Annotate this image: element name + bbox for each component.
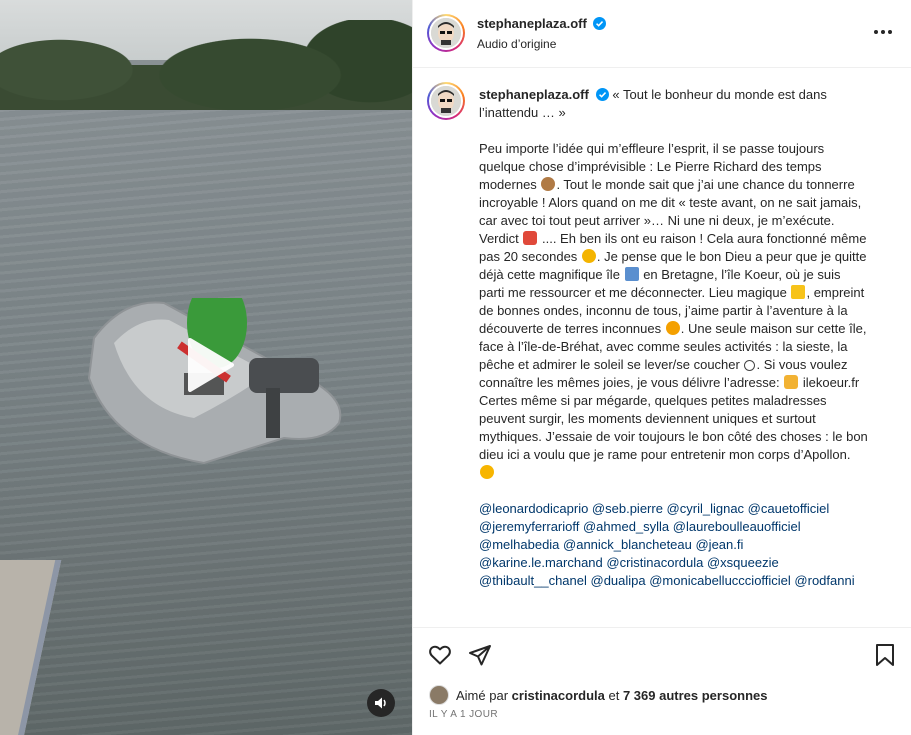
play-icon <box>188 338 234 392</box>
speaker-icon <box>375 697 386 709</box>
sparkles-icon <box>791 285 806 299</box>
post-panel: stephaneplaza.off Audio d’origine stepha… <box>412 0 911 735</box>
post-caption: stephaneplaza.off « Tout le bonheur du m… <box>479 86 869 590</box>
liked-by[interactable]: Aimé par cristinacordula et 7 369 autres… <box>429 684 767 706</box>
liked-by-count[interactable]: 7 369 autres personnes <box>623 688 768 703</box>
send-icon <box>469 645 491 666</box>
caption-avatar[interactable] <box>427 82 465 120</box>
pointing-hand-icon <box>784 375 799 389</box>
liked-by-user[interactable]: cristinacordula <box>512 688 605 703</box>
share-button[interactable] <box>467 642 493 668</box>
like-button[interactable] <box>427 642 453 668</box>
caption-scroll-area[interactable]: stephaneplaza.off « Tout le bonheur du m… <box>413 69 911 625</box>
sound-button[interactable] <box>367 689 395 717</box>
caption-username[interactable]: stephaneplaza.off <box>479 87 589 102</box>
more-options-button[interactable] <box>874 24 894 40</box>
audio-label[interactable]: Audio d’origine <box>477 37 556 51</box>
avatar-image <box>431 86 461 116</box>
smiling-face-hearts-icon <box>480 465 494 479</box>
see-no-evil-monkey-icon <box>541 177 556 191</box>
mentions-line[interactable]: @jeremyferrarioff @ahmed_sylla @laurebou… <box>479 519 801 534</box>
post-actions <box>413 627 911 681</box>
worried-face-icon <box>581 249 596 263</box>
bookmark-icon <box>876 644 894 666</box>
mentions-line[interactable]: @melhabedia @annick_blancheteau @jean.fi <box>479 537 743 552</box>
caption-text: Verdict <box>479 231 519 246</box>
star-struck-icon <box>665 321 680 335</box>
video-player[interactable] <box>0 0 412 735</box>
play-button[interactable] <box>176 334 238 396</box>
post-timestamp[interactable]: Il y a 1 jour <box>429 709 498 720</box>
external-link[interactable]: ilekoeur.fr <box>803 375 859 390</box>
avatar[interactable] <box>427 14 465 52</box>
post-author-username[interactable]: stephaneplaza.off <box>477 16 607 31</box>
avatar-image <box>431 18 461 48</box>
caption-text: Certes même si par mégarde, quelques pet… <box>479 393 868 462</box>
post-header: stephaneplaza.off Audio d’origine <box>413 0 911 68</box>
save-button[interactable] <box>872 642 898 668</box>
verified-badge-icon <box>593 17 607 30</box>
heart-icon <box>429 645 451 665</box>
mentions-line[interactable]: @karine.le.marchand @cristinacordula @xs… <box>479 555 779 570</box>
liker-avatar[interactable] <box>429 685 449 705</box>
mentions-line[interactable]: @leonardodicaprio @seb.pierre @cyril_lig… <box>479 501 829 516</box>
copyright-smile-icon <box>744 360 756 371</box>
verified-badge-icon <box>595 88 609 101</box>
mentions-line[interactable]: @thibault__chanel @dualipa @monicabelluc… <box>479 573 855 588</box>
crazy-face-icon <box>523 231 538 245</box>
liked-by-prefix: Aimé par <box>456 687 509 703</box>
desert-island-icon <box>624 267 639 281</box>
liked-by-conjunction: et <box>608 687 620 703</box>
video-frame-hills <box>0 20 412 110</box>
more-horizontal-icon <box>874 30 878 34</box>
caption-text: . Tout le monde sait que j’ai une chance… <box>479 177 862 228</box>
